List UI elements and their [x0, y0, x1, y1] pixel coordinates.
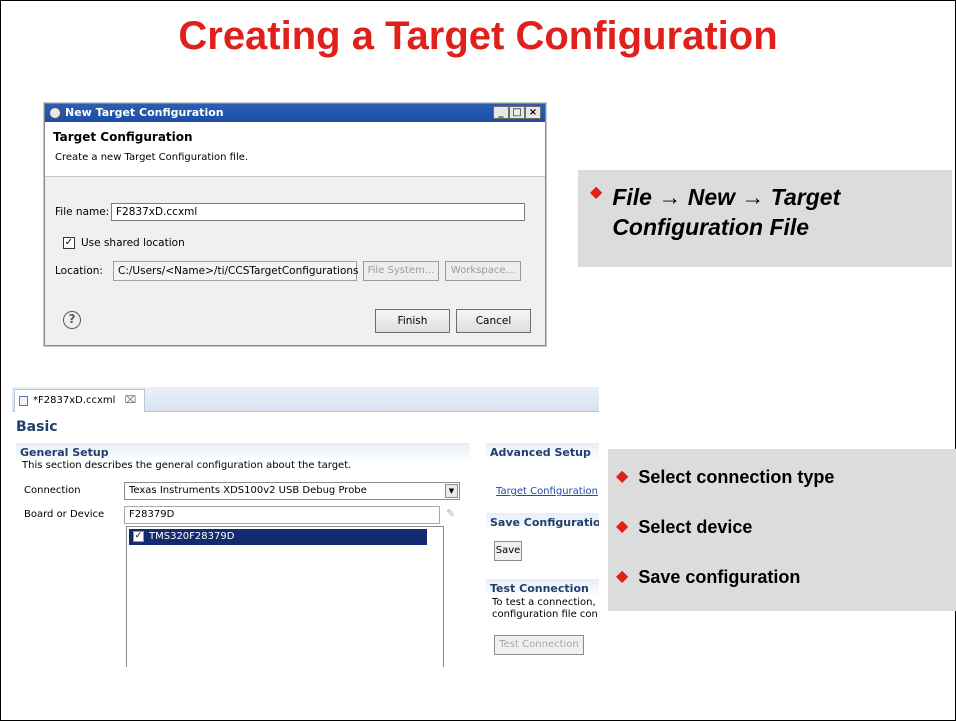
save-button[interactable]: Save	[494, 541, 522, 561]
bullet-diamond-icon: ◆	[616, 568, 629, 585]
maximize-button[interactable]: □	[509, 106, 525, 119]
advanced-setup-title: Advanced Setup	[490, 446, 591, 459]
callout-menu-path-item: ◆ File → New → Target Configuration File	[590, 182, 840, 242]
test-connection-button[interactable]: Test Connection	[494, 635, 584, 655]
target-configuration-link[interactable]: Target Configuration	[496, 486, 598, 497]
board-or-device-filter[interactable]: F28379D	[124, 506, 440, 524]
location-input[interactable]: C:/Users/<Name>/ti/CCSTargetConfiguratio…	[113, 261, 359, 281]
tab-close-icon[interactable]: ⌧	[125, 395, 137, 406]
minimize-button[interactable]: _	[493, 106, 509, 119]
device-list[interactable]: ✓ TMS320F28379D	[126, 526, 444, 667]
page-title: Basic	[16, 419, 58, 435]
editor-tabbar: *F2837xD.ccxml ⌧	[12, 387, 599, 412]
step-text: Select connection type	[638, 467, 835, 487]
finish-button[interactable]: Finish	[375, 309, 450, 333]
step-text: Save configuration	[638, 567, 801, 587]
target-config-editor: *F2837xD.ccxml ⌧ Basic General Setup Thi…	[12, 387, 599, 667]
use-shared-location-label: Use shared location	[81, 237, 185, 249]
location-label: Location:	[55, 265, 103, 277]
cancel-button[interactable]: Cancel	[456, 309, 531, 333]
general-setup-title: General Setup	[20, 446, 109, 459]
general-setup-section: General Setup This section describes the…	[16, 443, 470, 667]
connection-select[interactable]: Texas Instruments XDS100v2 USB Debug Pro…	[124, 482, 460, 500]
dialog-window-title: New Target Configuration	[65, 106, 224, 119]
test-connection-section: Test Connection To test a connection, co…	[486, 579, 599, 667]
use-shared-location-checkbox[interactable]: ✓	[63, 237, 75, 249]
connection-value: Texas Instruments XDS100v2 USB Debug Pro…	[129, 485, 367, 496]
general-setup-description: This section describes the general confi…	[22, 460, 352, 471]
device-checkbox[interactable]: ✓	[133, 531, 144, 542]
file-name-input[interactable]: F2837xD.ccxml	[111, 203, 525, 221]
board-or-device-label: Board or Device	[24, 509, 105, 520]
bullet-diamond-icon: ◆	[616, 518, 629, 535]
save-configuration-title: Save Configuration	[490, 516, 599, 529]
dialog-header-title: Target Configuration	[53, 130, 193, 144]
device-item-label: TMS320F28379D	[149, 531, 235, 542]
step-item: ◆ Select device	[616, 516, 752, 538]
test-connection-desc1: To test a connection,	[492, 597, 596, 608]
clear-filter-icon[interactable]: ✎	[446, 507, 455, 520]
bullet-diamond-icon: ◆	[616, 468, 629, 485]
tab-f2837xd-ccxml[interactable]: *F2837xD.ccxml ⌧	[14, 389, 146, 412]
dialog-header-description: Create a new Target Configuration file.	[55, 152, 249, 163]
bullet-diamond-icon: ◆	[590, 184, 603, 201]
tab-label: *F2837xD.ccxml	[33, 395, 116, 406]
step-item: ◆ Select connection type	[616, 466, 834, 488]
window-buttons: _ □ ×	[493, 106, 541, 120]
chevron-down-icon[interactable]: ▼	[445, 484, 458, 498]
test-connection-desc2: configuration file con	[492, 609, 598, 620]
step-text: Select device	[638, 517, 753, 537]
file-system-button[interactable]: File System...	[363, 261, 439, 281]
list-item-device[interactable]: ✓ TMS320F28379D	[129, 529, 427, 545]
app-icon	[49, 107, 61, 119]
help-icon[interactable]: ?	[63, 311, 81, 329]
advanced-setup-section: Advanced Setup Target Configuration	[486, 443, 599, 503]
callout-menu-path: ◆ File → New → Target Configuration File	[578, 170, 952, 267]
menu-path-text: File → New → Target Configuration File	[612, 182, 840, 242]
connection-label: Connection	[24, 485, 81, 496]
file-icon	[19, 396, 28, 406]
new-target-config-dialog: New Target Configuration _ □ × Target Co…	[44, 103, 546, 346]
file-name-label: File name:	[55, 206, 110, 218]
menu-path-line2: Configuration File	[612, 214, 810, 240]
dialog-titlebar[interactable]: New Target Configuration _ □ ×	[45, 104, 545, 122]
menu-path-line1: File → New → Target	[612, 184, 841, 210]
slide-title: Creating a Target Configuration	[178, 14, 778, 58]
callout-steps: ◆ Select connection type ◆ Select device…	[608, 449, 956, 611]
save-configuration-section: Save Configuration Save	[486, 513, 599, 573]
step-item: ◆ Save configuration	[616, 566, 800, 588]
test-connection-title: Test Connection	[490, 582, 589, 595]
workspace-button[interactable]: Workspace...	[445, 261, 521, 281]
close-button[interactable]: ×	[525, 106, 541, 119]
dialog-header: Target Configuration Create a new Target…	[45, 122, 545, 177]
